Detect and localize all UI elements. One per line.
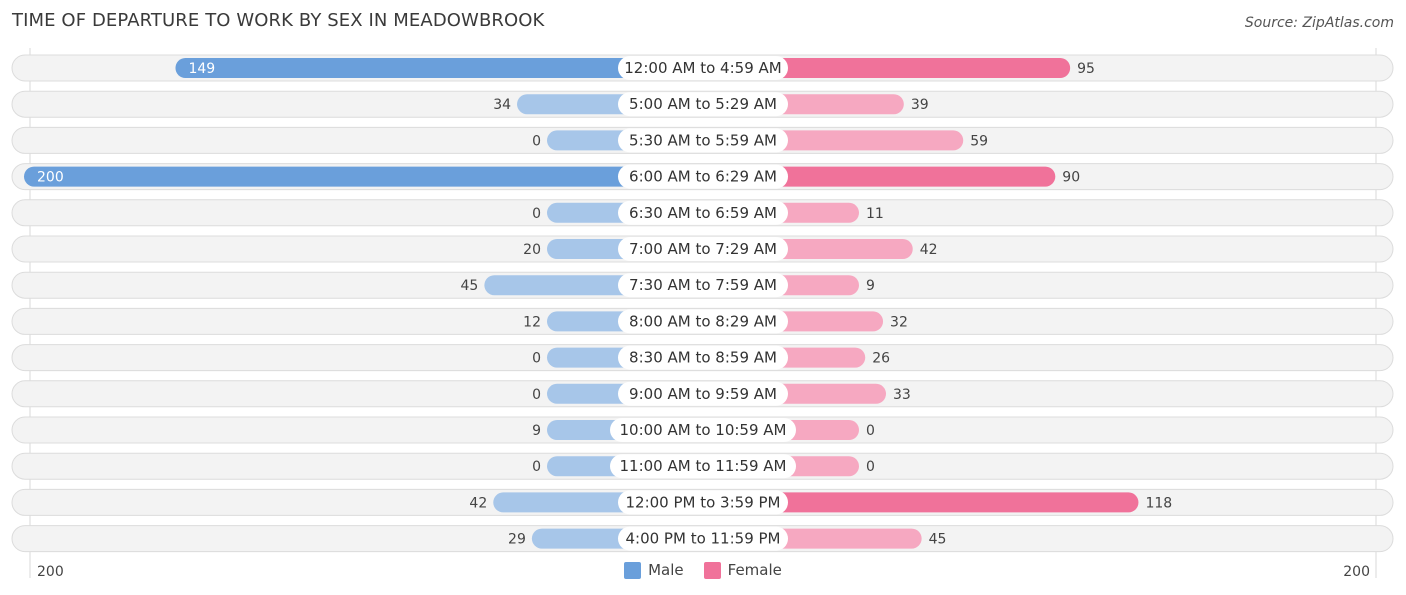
female-value-label: 32 — [890, 314, 908, 330]
category-label: 6:00 AM to 6:29 AM — [629, 168, 777, 186]
legend-item-male[interactable]: Male — [624, 561, 684, 579]
female-value-label: 90 — [1062, 170, 1080, 186]
female-value-label: 26 — [872, 351, 890, 367]
category-label: 5:30 AM to 5:59 AM — [629, 131, 777, 149]
female-value-label: 11 — [866, 206, 884, 222]
male-value-label: 0 — [532, 206, 541, 222]
male-value-label: 0 — [532, 387, 541, 403]
female-value-label: 59 — [970, 133, 988, 149]
female-value-label: 0 — [866, 459, 875, 475]
legend: Male Female — [0, 561, 1406, 579]
category-label: 12:00 PM to 3:59 PM — [625, 493, 780, 511]
bar-male — [24, 166, 703, 187]
category-label: 4:00 PM to 11:59 PM — [625, 530, 780, 548]
female-value-label: 45 — [929, 532, 947, 548]
male-value-label: 34 — [493, 97, 511, 113]
female-value-label: 0 — [866, 423, 875, 439]
male-value-label: 0 — [532, 351, 541, 367]
female-value-label: 33 — [893, 387, 911, 403]
male-value-label: 20 — [523, 242, 541, 258]
category-label: 7:30 AM to 7:59 AM — [629, 276, 777, 294]
male-value-label: 12 — [523, 314, 541, 330]
male-value-label: 149 — [188, 61, 215, 77]
chart-area: 12:00 AM to 4:59 AM 149 95 5:00 AM to 5:29 … — [11, 48, 1394, 580]
legend-item-female[interactable]: Female — [703, 561, 782, 579]
category-label: 5:00 AM to 5:29 AM — [629, 95, 777, 113]
female-value-label: 95 — [1077, 61, 1095, 77]
male-value-label: 200 — [37, 170, 64, 186]
female-value-label: 39 — [911, 97, 929, 113]
category-label: 12:00 AM to 4:59 AM — [624, 59, 781, 77]
legend-swatch-female — [703, 561, 721, 579]
legend-swatch-male — [624, 561, 642, 579]
female-value-label: 118 — [1145, 495, 1172, 511]
category-label: 8:00 AM to 8:29 AM — [629, 312, 777, 330]
male-value-label: 29 — [508, 532, 526, 548]
legend-label-male: Male — [648, 561, 684, 579]
male-value-label: 0 — [532, 459, 541, 475]
category-label: 9:00 AM to 9:59 AM — [629, 385, 777, 403]
male-value-label: 9 — [532, 423, 541, 439]
category-label: 8:30 AM to 8:59 AM — [629, 349, 777, 367]
male-value-label: 42 — [469, 495, 487, 511]
male-value-label: 45 — [461, 278, 479, 294]
category-label: 11:00 AM to 11:59 AM — [620, 457, 787, 475]
female-value-label: 42 — [920, 242, 938, 258]
category-label: 10:00 AM to 10:59 AM — [620, 421, 787, 439]
category-label: 7:00 AM to 7:29 AM — [629, 240, 777, 258]
legend-label-female: Female — [727, 561, 782, 579]
category-label: 6:30 AM to 6:59 AM — [629, 204, 777, 222]
female-value-label: 9 — [866, 278, 875, 294]
male-value-label: 0 — [532, 133, 541, 149]
